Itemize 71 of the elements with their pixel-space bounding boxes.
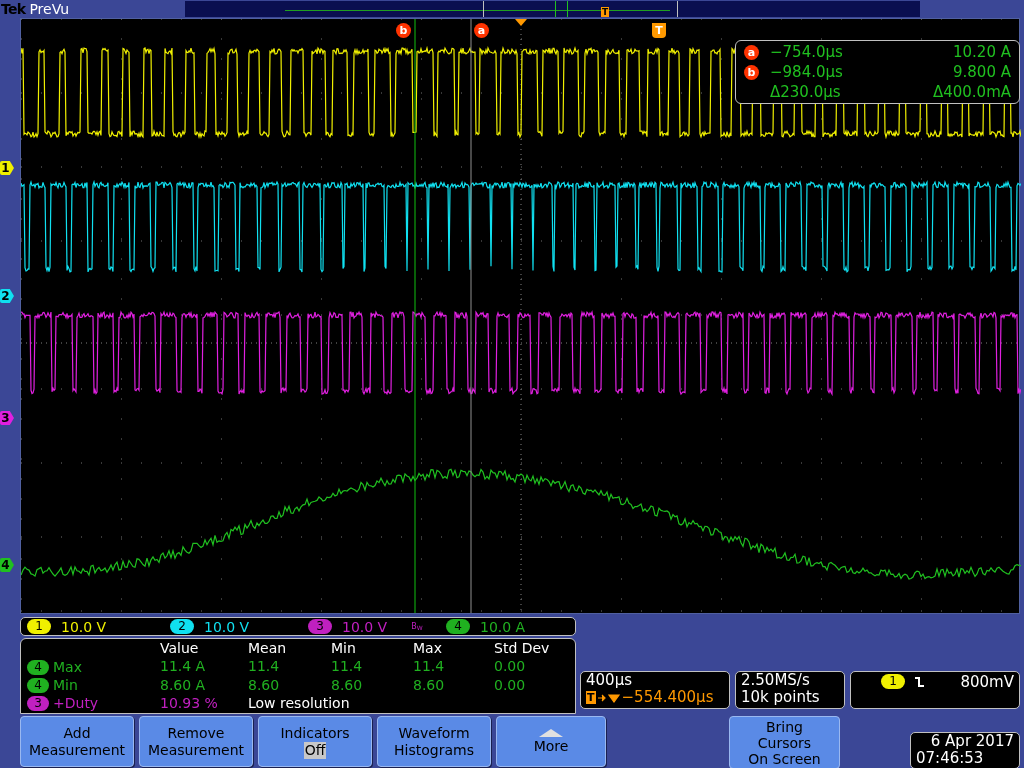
channel-badge: 4 (27, 659, 49, 675)
softkey-button[interactable]: Remove Measurement (139, 716, 253, 767)
column-header: Mean (248, 640, 288, 658)
arrow-icon (596, 692, 621, 703)
measurement-value: 10.93 % (160, 694, 219, 713)
cursor-marker: b (744, 64, 759, 80)
measurement-name: Min (53, 677, 78, 695)
softkey-button[interactable]: More (496, 716, 606, 767)
bandwidth-limit-label: B$_{W}$ (411, 622, 423, 631)
cursor-time: Δ230.0µs (769, 82, 842, 102)
date-label: 6 Apr 2017 (930, 733, 1014, 750)
channel-badge: 3 (27, 696, 49, 712)
brand-label: Tek (1, 2, 26, 16)
measurement-value: 0.00 (494, 658, 527, 677)
channel-scale: 10.0 V (204, 619, 250, 634)
trigger-marker: T (652, 23, 666, 38)
measurement-value: 11.4 (331, 658, 364, 677)
record-length: 10k points (741, 689, 821, 706)
measurement-value: 11.4 (413, 658, 446, 677)
up-triangle-icon (537, 728, 565, 738)
measurement-value: 11.4 (248, 658, 281, 677)
column-header: Max (413, 640, 443, 658)
cursor-marker[interactable]: b (396, 23, 411, 38)
softkey-button[interactable]: Bring Cursors On Screen (729, 716, 840, 768)
horizontal-scale: 400µs (586, 672, 633, 689)
sample-rate: 2.50MS/s (741, 672, 811, 689)
measurement-note: Low resolution (248, 694, 351, 713)
cursor-line[interactable] (470, 19, 472, 613)
measurement-value: 8.60 A (160, 676, 207, 695)
channel-marker[interactable]: 2 (0, 289, 14, 303)
channel-marker[interactable]: 3 (0, 411, 14, 425)
measurement-value: 0.00 (494, 676, 527, 695)
channel-badge[interactable]: 2 (170, 619, 194, 634)
trigger-position: −554.400µs (621, 689, 714, 706)
channel-badge: 4 (27, 678, 49, 694)
cursor-marker[interactable]: a (474, 23, 489, 38)
channel-badge[interactable]: 1 (27, 619, 51, 634)
cursor-value: 10.20 A (952, 42, 1011, 62)
channel-badge[interactable]: 3 (308, 619, 332, 634)
trigger-level: 800mV (960, 674, 1014, 691)
mode-label: PreVu (29, 2, 70, 16)
measurement-name: +Duty (53, 695, 99, 713)
cursor-line[interactable] (414, 19, 416, 613)
channel-scale: 10.0 V (342, 619, 388, 634)
cursor-marker: a (744, 44, 759, 60)
cursor-value: Δ400.0mA (931, 82, 1011, 102)
trigger-position-icon (515, 19, 527, 26)
column-header: Value (160, 640, 200, 658)
softkey-button[interactable]: Add Measurement (20, 716, 134, 767)
channel-marker[interactable]: 1 (0, 161, 14, 175)
softkey-button[interactable]: Waveform Histograms (377, 716, 491, 767)
measurement-value: 8.60 (248, 676, 281, 695)
trigger-tag: T (601, 7, 610, 17)
column-header: Min (331, 640, 357, 658)
trigger-tag: T (586, 691, 596, 704)
measurement-value: 11.4 A (160, 658, 207, 677)
channel-scale: 10.0 V (61, 619, 107, 634)
channel-marker[interactable]: 4 (0, 558, 14, 572)
softkey-button[interactable]: Indicators Off (258, 716, 372, 767)
channel-scale: 10.0 A (480, 619, 526, 634)
measurement-value: 8.60 (331, 676, 364, 695)
time-label: 07:46:53 (916, 750, 984, 767)
cursor-time: −754.0µs (769, 42, 844, 62)
measurement-name: Max (53, 658, 82, 676)
measurement-value: 8.60 (413, 676, 446, 695)
channel-badge: 1 (881, 674, 905, 689)
channel-badge[interactable]: 4 (446, 619, 470, 634)
cursor-time: −984.0µs (769, 62, 844, 82)
column-header: Std Dev (494, 640, 551, 658)
falling-edge-icon (915, 676, 925, 688)
cursor-value: 9.800 A (952, 62, 1011, 82)
